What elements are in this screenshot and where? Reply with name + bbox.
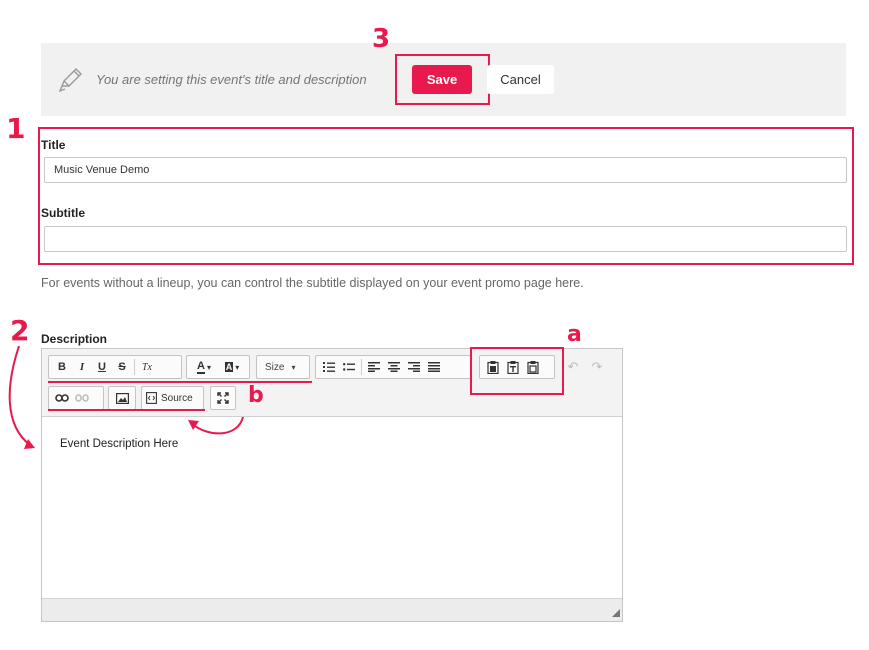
resize-grip-icon[interactable] [612, 609, 620, 617]
editor-footer [42, 598, 622, 621]
editor-content[interactable]: Event Description Here [60, 438, 178, 450]
annotation-arrows [8, 345, 244, 449]
